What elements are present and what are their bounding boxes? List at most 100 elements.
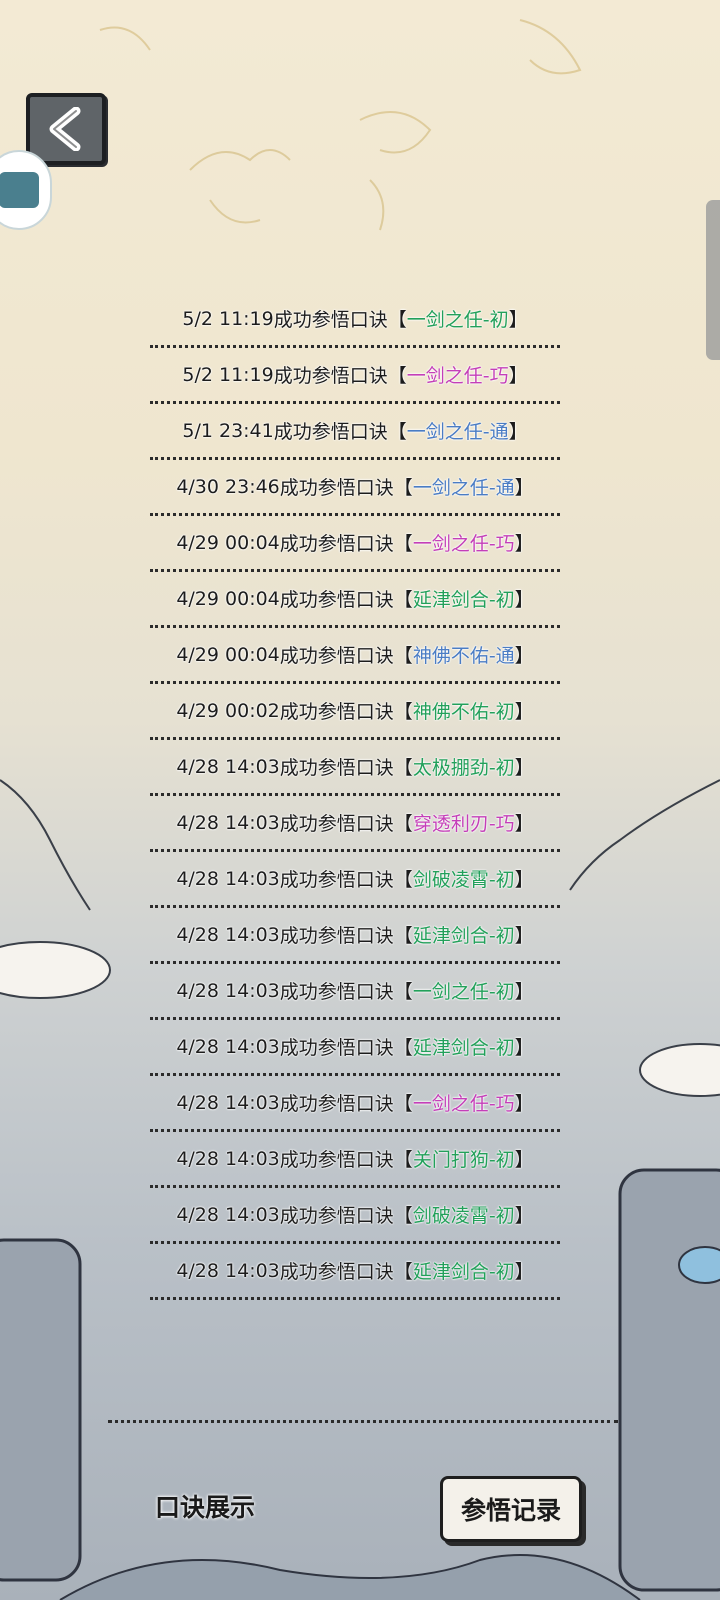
record-skill: 关门打狗-初 [412,1149,515,1171]
record-row: 4/30 23:46 成功参悟口诀【一剑之任-通】 [150,460,560,516]
bracket-close: 】 [508,365,528,387]
record-skill: 一剑之任-通 [406,421,509,443]
bracket-open: 【 [387,421,407,443]
record-row: 4/28 14:03 成功参悟口诀【延津剑合-初】 [150,1020,560,1076]
record-time: 4/28 14:03 [176,979,280,1002]
tab-study-records[interactable]: 参悟记录 [440,1476,582,1542]
record-skill: 延津剑合-初 [412,589,515,611]
bracket-open: 【 [393,1261,413,1283]
record-action: 成功参悟口诀 [279,645,394,667]
record-time: 4/29 00:04 [176,531,280,554]
record-skill: 穿透利刃-巧 [412,813,515,835]
record-skill: 一剑之任-巧 [412,1093,515,1115]
record-row: 5/2 11:19 成功参悟口诀【一剑之任-巧】 [150,348,560,404]
record-action: 成功参悟口诀 [279,813,394,835]
bracket-open: 【 [393,757,413,779]
record-action: 成功参悟口诀 [273,309,388,331]
bracket-open: 【 [393,533,413,555]
record-time: 4/28 14:03 [176,1147,280,1170]
record-time: 4/30 23:46 [176,475,280,498]
bracket-open: 【 [393,925,413,947]
bracket-open: 【 [387,365,407,387]
record-time: 5/2 11:19 [182,307,274,330]
record-action: 成功参悟口诀 [279,477,394,499]
record-action: 成功参悟口诀 [279,1037,394,1059]
bracket-close: 】 [514,869,534,891]
record-time: 4/28 14:03 [176,1035,280,1058]
bracket-open: 【 [393,589,413,611]
record-time: 4/29 00:02 [176,699,280,722]
bracket-close: 】 [514,1149,534,1171]
record-row: 4/28 14:03 成功参悟口诀【关门打狗-初】 [150,1132,560,1188]
record-skill: 太极掤劲-初 [412,757,515,779]
bracket-open: 【 [393,1037,413,1059]
record-action: 成功参悟口诀 [279,757,394,779]
bracket-close: 】 [514,645,534,667]
record-row: 4/28 14:03 成功参悟口诀【太极掤劲-初】 [150,740,560,796]
bracket-open: 【 [393,1149,413,1171]
bracket-close: 】 [514,1093,534,1115]
record-row: 5/2 11:19 成功参悟口诀【一剑之任-初】 [150,292,560,348]
record-action: 成功参悟口诀 [279,869,394,891]
bracket-open: 【 [393,981,413,1003]
record-skill: 一剑之任-巧 [412,533,515,555]
bracket-close: 】 [514,701,534,723]
bracket-open: 【 [393,1205,413,1227]
record-action: 成功参悟口诀 [279,533,394,555]
record-time: 4/29 00:04 [176,587,280,610]
bracket-open: 【 [393,813,413,835]
record-skill: 一剑之任-初 [412,981,515,1003]
floating-assistant-button[interactable] [0,150,52,230]
back-button[interactable] [26,93,106,165]
record-row: 4/28 14:03 成功参悟口诀【穿透利刃-巧】 [150,796,560,852]
record-row: 4/28 14:03 成功参悟口诀【一剑之任-巧】 [150,1076,560,1132]
record-action: 成功参悟口诀 [279,701,394,723]
bracket-close: 】 [514,981,534,1003]
bracket-close: 】 [514,757,534,779]
bracket-open: 【 [393,701,413,723]
bracket-open: 【 [393,1093,413,1115]
record-skill: 剑破凌霄-初 [412,869,515,891]
record-row: 5/1 23:41 成功参悟口诀【一剑之任-通】 [150,404,560,460]
record-action: 成功参悟口诀 [279,1149,394,1171]
bracket-open: 【 [393,869,413,891]
edge-scroll-handle[interactable] [706,200,720,360]
tab-verse-display[interactable]: 口诀展示 [155,1488,255,1524]
record-list[interactable]: 5/2 11:19 成功参悟口诀【一剑之任-初】 5/2 11:19 成功参悟口诀【一… [150,292,560,1300]
record-time: 4/28 14:03 [176,923,280,946]
bracket-close: 】 [508,309,528,331]
bracket-close: 】 [508,421,528,443]
record-skill: 一剑之任-初 [406,309,509,331]
record-row: 4/29 00:04 成功参悟口诀【延津剑合-初】 [150,572,560,628]
record-action: 成功参悟口诀 [279,1093,394,1115]
record-row: 4/28 14:03 成功参悟口诀【剑破凌霄-初】 [150,852,560,908]
bracket-close: 】 [514,477,534,499]
record-action: 成功参悟口诀 [279,1261,394,1283]
record-skill: 神佛不佑-通 [412,645,515,667]
divider [108,1420,618,1423]
record-row: 4/29 00:04 成功参悟口诀【神佛不佑-通】 [150,628,560,684]
record-row: 4/29 00:04 成功参悟口诀【一剑之任-巧】 [150,516,560,572]
record-time: 4/29 00:04 [176,643,280,666]
record-skill: 神佛不佑-初 [412,701,515,723]
bracket-close: 】 [514,1205,534,1227]
record-row: 4/28 14:03 成功参悟口诀【一剑之任-初】 [150,964,560,1020]
bracket-close: 】 [514,1261,534,1283]
record-skill: 延津剑合-初 [412,925,515,947]
bracket-open: 【 [393,645,413,667]
bracket-open: 【 [387,309,407,331]
bracket-close: 】 [514,813,534,835]
record-action: 成功参悟口诀 [279,1205,394,1227]
record-skill: 一剑之任-通 [412,477,515,499]
record-row: 4/28 14:03 成功参悟口诀【延津剑合-初】 [150,908,560,964]
record-action: 成功参悟口诀 [273,421,388,443]
record-action: 成功参悟口诀 [279,925,394,947]
record-time: 5/1 23:41 [182,419,274,442]
record-row: 4/28 14:03 成功参悟口诀【延津剑合-初】 [150,1244,560,1300]
floating-assistant-icon [0,172,39,208]
record-action: 成功参悟口诀 [273,365,388,387]
record-skill: 剑破凌霄-初 [412,1205,515,1227]
bracket-close: 】 [514,533,534,555]
record-skill: 一剑之任-巧 [406,365,509,387]
record-time: 4/28 14:03 [176,811,280,834]
